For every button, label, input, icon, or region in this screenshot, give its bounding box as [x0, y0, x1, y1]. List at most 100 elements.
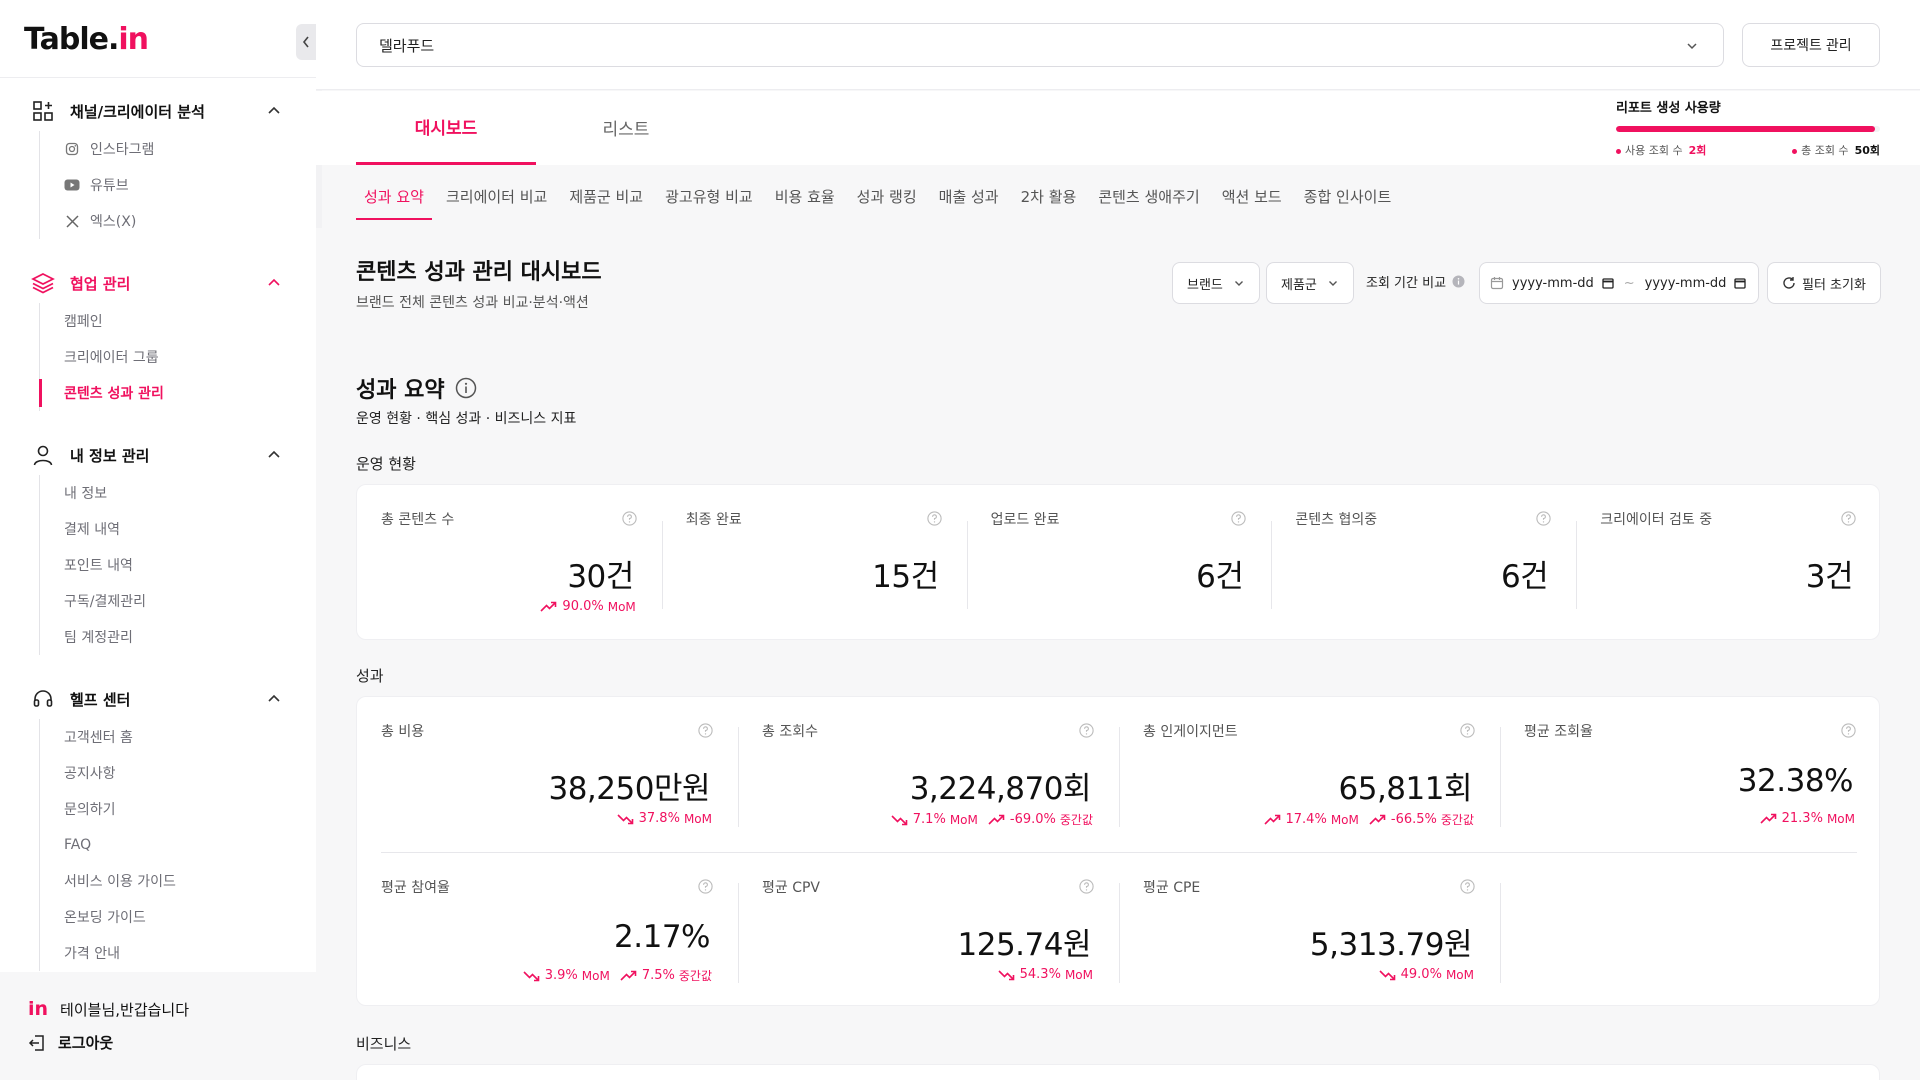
- subtab-sales[interactable]: 매출 성과: [931, 178, 1007, 220]
- kpi-label: 평균 참여율: [381, 880, 450, 896]
- sidebar-item-label: 결제 내역: [64, 522, 120, 538]
- sidebar-item-label: 포인트 내역: [64, 558, 133, 574]
- greeting-text: 테이블님,반갑습니다: [60, 1000, 190, 1019]
- subtab-creator-compare[interactable]: 크리에이터 비교: [438, 178, 555, 220]
- sidebar-item-content-performance[interactable]: 콘텐츠 성과 관리: [39, 375, 316, 411]
- nav-head-channel-analysis[interactable]: 채널/크리에이터 분석: [0, 91, 316, 131]
- group-label-performance: 성과: [356, 667, 384, 685]
- chevron-down-icon: [1234, 281, 1243, 286]
- nav-head-my-info[interactable]: 내 정보 관리: [0, 435, 316, 475]
- kpi-help: [698, 723, 713, 738]
- nav-head-help[interactable]: 헬프 센터: [0, 679, 316, 719]
- info-icon[interactable]: [455, 377, 477, 399]
- kpi-help: [622, 511, 637, 526]
- chevron-up-icon[interactable]: [266, 447, 282, 463]
- kpi-help: [1841, 511, 1856, 526]
- date-to-input[interactable]: yyyy-mm-dd: [1645, 276, 1747, 291]
- tab-list[interactable]: 리스트: [536, 91, 716, 163]
- subtab-secondary-use[interactable]: 2차 활용: [1013, 178, 1085, 220]
- help-icon[interactable]: [1079, 879, 1094, 894]
- kpi-card: 업로드 완료 6건: [967, 485, 1272, 641]
- sidebar-item-team-accounts[interactable]: 팀 계정관리: [40, 619, 316, 655]
- help-icon[interactable]: [1841, 511, 1856, 526]
- sidebar-item-onboarding-guide[interactable]: 온보딩 가이드: [40, 899, 316, 935]
- subtab-cost-efficiency[interactable]: 비용 효율: [767, 178, 843, 220]
- project-select[interactable]: 델라푸드: [356, 23, 1724, 67]
- project-manage-button[interactable]: 프로젝트 관리: [1742, 23, 1880, 67]
- sidebar-item-service-guide[interactable]: 서비스 이용 가이드: [40, 863, 316, 899]
- subtab-lifecycle[interactable]: 콘텐츠 생애주기: [1090, 178, 1207, 220]
- chevron-down-icon: [1328, 281, 1337, 286]
- subtab-summary[interactable]: 성과 요약: [356, 178, 432, 220]
- nav-head-collab[interactable]: 협업 관리: [0, 263, 316, 303]
- kpi-help: [1460, 723, 1475, 738]
- sidebar-item-label: 온보딩 가이드: [64, 910, 146, 926]
- help-icon[interactable]: [1460, 879, 1475, 894]
- kpi-card: 평균 조회율 32.38% 21.3% MoM: [1500, 697, 1881, 853]
- chevron-up-icon[interactable]: [266, 691, 282, 707]
- sidebar-item-point-history[interactable]: 포인트 내역: [40, 547, 316, 583]
- sidebar-collapse-button[interactable]: [296, 24, 316, 60]
- trend-down-icon: [617, 813, 633, 824]
- trend-up-icon: [620, 970, 637, 981]
- help-icon[interactable]: [926, 511, 942, 526]
- logout-label: 로그아웃: [58, 1034, 114, 1052]
- sidebar-item-payment-history[interactable]: 결제 내역: [40, 511, 316, 547]
- sidebar-item-my-info[interactable]: 내 정보: [40, 475, 316, 511]
- sidebar-item-faq[interactable]: FAQ: [40, 827, 316, 863]
- trend-up-icon: [988, 814, 1005, 825]
- sidebar-item-instagram[interactable]: 인스타그램: [40, 131, 316, 167]
- headset-icon: [30, 686, 56, 712]
- sidebar-item-support-home[interactable]: 고객센터 홈: [40, 719, 316, 755]
- chevron-up-icon[interactable]: [266, 103, 282, 119]
- kpi-change-value: 21.3%: [1781, 811, 1823, 826]
- sidebar-item-pricing[interactable]: 가격 안내: [40, 935, 316, 971]
- logo[interactable]: Table.in: [24, 22, 149, 57]
- subtab-insight[interactable]: 종합 인사이트: [1296, 178, 1400, 220]
- product-filter-label: 제품군: [1281, 277, 1317, 293]
- help-icon[interactable]: [1460, 723, 1475, 738]
- kpi-card: 평균 참여율 2.17% 3.9% MoM 7.5% 중간값: [357, 853, 738, 1009]
- help-icon[interactable]: [698, 879, 713, 894]
- sidebar-item-x[interactable]: 엑스(X): [40, 203, 316, 239]
- kpi-row-divider: [381, 852, 1857, 853]
- kpi-change-suffix: MoM: [1826, 811, 1855, 826]
- product-filter[interactable]: 제품군: [1266, 262, 1354, 304]
- help-icon[interactable]: [1536, 511, 1551, 526]
- help-icon[interactable]: [622, 511, 637, 526]
- nav-head-label: 헬프 센터: [70, 690, 131, 709]
- date-from-input[interactable]: yyyy-mm-dd: [1512, 276, 1614, 291]
- subtab-ranking[interactable]: 성과 랭킹: [849, 178, 925, 220]
- kpi-value: 5,313.79원: [1309, 927, 1473, 963]
- subtab-adtype-compare[interactable]: 광고유형 비교: [657, 178, 761, 220]
- sidebar-item-youtube[interactable]: 유튜브: [40, 167, 316, 203]
- kpi-divider: [1500, 727, 1501, 827]
- tab-dashboard[interactable]: 대시보드: [356, 91, 536, 165]
- nav-head-label: 협업 관리: [70, 274, 131, 293]
- logout-button[interactable]: 로그아웃: [28, 1032, 113, 1053]
- sidebar: Table.in 채널/크리에이터 분석 인스타그램 유튜브 엑스(X) 협업 …: [0, 0, 316, 1080]
- help-icon[interactable]: [1079, 723, 1094, 738]
- subtab-product-compare[interactable]: 제품군 비교: [561, 178, 651, 220]
- kpi-label: 크리에이터 검토 중: [1600, 512, 1713, 528]
- help-icon[interactable]: [1841, 723, 1856, 738]
- info-icon[interactable]: [1452, 275, 1465, 288]
- kpi-value: 3,224,870회: [909, 771, 1092, 807]
- brand-filter[interactable]: 브랜드: [1172, 262, 1260, 304]
- subtab-action-board[interactable]: 액션 보드: [1214, 178, 1290, 220]
- project-select-value: 델라푸드: [379, 36, 435, 55]
- filter-reset-button[interactable]: 필터 초기화: [1767, 262, 1881, 304]
- help-icon[interactable]: [1231, 511, 1247, 526]
- sidebar-item-campaign[interactable]: 캠페인: [40, 303, 316, 339]
- sidebar-item-inquiry[interactable]: 문의하기: [40, 791, 316, 827]
- business-card: [356, 1064, 1880, 1080]
- chevron-up-icon[interactable]: [266, 275, 282, 291]
- sidebar-item-subscription[interactable]: 구독/결제관리: [40, 583, 316, 619]
- kpi-value: 15건: [872, 559, 939, 595]
- sidebar-item-notice[interactable]: 공지사항: [40, 755, 316, 791]
- help-icon[interactable]: [698, 723, 713, 738]
- kpi-divider: [1500, 883, 1501, 983]
- sidebar-item-creator-group[interactable]: 크리에이터 그룹: [40, 339, 316, 375]
- dot-icon: [1616, 148, 1621, 154]
- nav-section-collab: 협업 관리 캠페인 크리에이터 그룹 콘텐츠 성과 관리: [0, 263, 316, 411]
